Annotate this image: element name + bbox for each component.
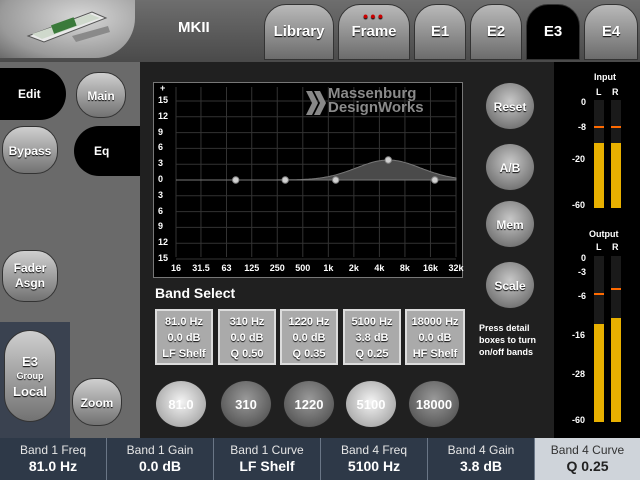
input-tick-1: -8 [578,122,587,132]
output-tick-0: 0 [581,253,587,263]
output-left-label: L [596,242,602,252]
group-local-button[interactable]: E3 Group Local [4,330,56,422]
tab-e2[interactable]: E2 [470,4,522,60]
y-tick-label: 6 [158,142,164,153]
x-tick-label: 125 [244,263,260,273]
band-select-hint: Press detail boxes to turn on/off bands [479,323,537,357]
eq-band-node-1[interactable] [232,176,240,184]
logo-area [0,0,135,58]
device-logo-icon [26,11,110,43]
input-left-label: L [596,87,602,97]
x-tick-label: 8k [399,263,410,273]
edit-tab[interactable]: Edit [0,68,66,120]
band-4-button[interactable]: 5100 [345,380,397,428]
plus-label: + [160,83,166,93]
param-band4-gain[interactable]: Band 4 Gain 3.8 dB [428,438,535,480]
tab-library[interactable]: Library [264,4,334,60]
input-left-peak [594,126,604,128]
zoom-button[interactable]: Zoom [72,378,122,426]
param-band1-gain[interactable]: Band 1 Gain 0.0 dB [107,438,214,480]
output-tick-3: -16 [572,330,586,340]
output-right-level [611,318,621,422]
output-left-level [594,324,604,422]
brand-logo: Massenburg DesignWorks [304,86,454,121]
bypass-button[interactable]: Bypass [2,126,58,174]
param-band1-curve[interactable]: Band 1 Curve LF Shelf [214,438,321,480]
output-right-peak [611,288,621,290]
y-tick-label: 3 [158,189,164,200]
eq-tab[interactable]: Eq [74,126,144,176]
scale-button[interactable]: Scale [485,261,535,309]
mem-button[interactable]: Mem [485,200,535,248]
input-right-label: R [612,87,619,97]
reset-button[interactable]: Reset [485,82,535,130]
eq-band-node-2[interactable] [281,176,289,184]
page-title: MKII [178,19,210,36]
y-tick-label: 15 [158,253,169,263]
y-tick-label: 9 [158,221,164,232]
band-select-title: Band Select [155,285,236,301]
band-3-button[interactable]: 1220 [283,380,335,428]
input-tick-3: -60 [572,200,586,210]
output-right-label: R [612,242,619,252]
param-band4-curve[interactable]: Band 4 Curve Q 0.25 [535,438,640,480]
tab-frame[interactable]: ●●● Frame [338,4,410,60]
tab-e4[interactable]: E4 [584,4,638,60]
x-tick-label: 250 [269,263,285,273]
ab-button[interactable]: A/B [485,143,535,191]
x-tick-label: 32k [448,263,464,273]
param-band4-freq[interactable]: Band 4 Freq 5100 Hz [321,438,428,480]
band-5-button[interactable]: 18000 [408,380,460,428]
x-tick-label: 500 [295,263,311,273]
band-2-detail-box[interactable]: 310 Hz 0.0 dB Q 0.50 [218,309,276,365]
input-right-peak [611,126,621,128]
y-tick-label: 15 [158,95,169,105]
x-tick-label: 63 [221,263,232,273]
eq-graph[interactable]: + 15 12 9 6 3 0 3 6 9 12 15 16 31.5 63 125 250 500 1k 2k 4… [153,82,464,278]
x-tick-label: 2k [348,263,359,273]
mdw-logo-icon [306,91,326,115]
y-tick-label: 12 [158,110,169,121]
eq-curve-fill [176,159,457,181]
eq-band-node-3[interactable] [332,176,340,184]
output-tick-1: -3 [578,267,587,277]
input-tick-2: -20 [572,154,586,164]
param-band1-freq[interactable]: Band 1 Freq 81.0 Hz [0,438,107,480]
x-tick-label: 16 [170,263,181,273]
band-1-detail-box[interactable]: 81.0 Hz 0.0 dB LF Shelf [155,309,213,365]
input-tick-0: 0 [581,97,587,107]
output-meter-label: Output [589,229,619,239]
band-5-detail-box[interactable]: 18000 Hz 0.0 dB HF Shelf [405,309,465,365]
input-meter-label: Input [594,72,616,82]
y-tick-label: 0 [158,174,164,184]
band-1-button[interactable]: 81.0 [155,380,207,428]
status-dots-icon: ●●● [362,11,386,21]
tab-e3[interactable]: E3 [526,4,580,60]
x-tick-label: 4k [374,263,385,273]
output-tick-4: -28 [572,369,586,379]
input-right-level [611,143,621,208]
y-tick-label: 9 [158,126,164,137]
tab-e1[interactable]: E1 [414,4,466,60]
y-tick-label: 6 [158,205,164,216]
output-left-peak [594,293,604,295]
output-tick-5: -60 [572,415,586,425]
eq-band-node-5[interactable] [431,176,439,184]
eq-band-node-4[interactable] [384,156,393,164]
fader-assign-button[interactable]: Fader Asgn [2,250,58,302]
y-tick-label: 3 [158,158,164,169]
y-tick-label: 12 [158,237,169,248]
input-left-level [594,143,604,208]
output-tick-2: -6 [578,291,587,301]
x-tick-label: 1k [323,263,334,273]
x-tick-label: 16k [422,263,438,273]
band-4-detail-box[interactable]: 5100 Hz 3.8 dB Q 0.25 [343,309,401,365]
band-2-button[interactable]: 310 [220,380,272,428]
band-3-detail-box[interactable]: 1220 Hz 0.0 dB Q 0.35 [280,309,338,365]
main-button[interactable]: Main [76,72,126,118]
x-tick-label: 31.5 [192,263,210,273]
